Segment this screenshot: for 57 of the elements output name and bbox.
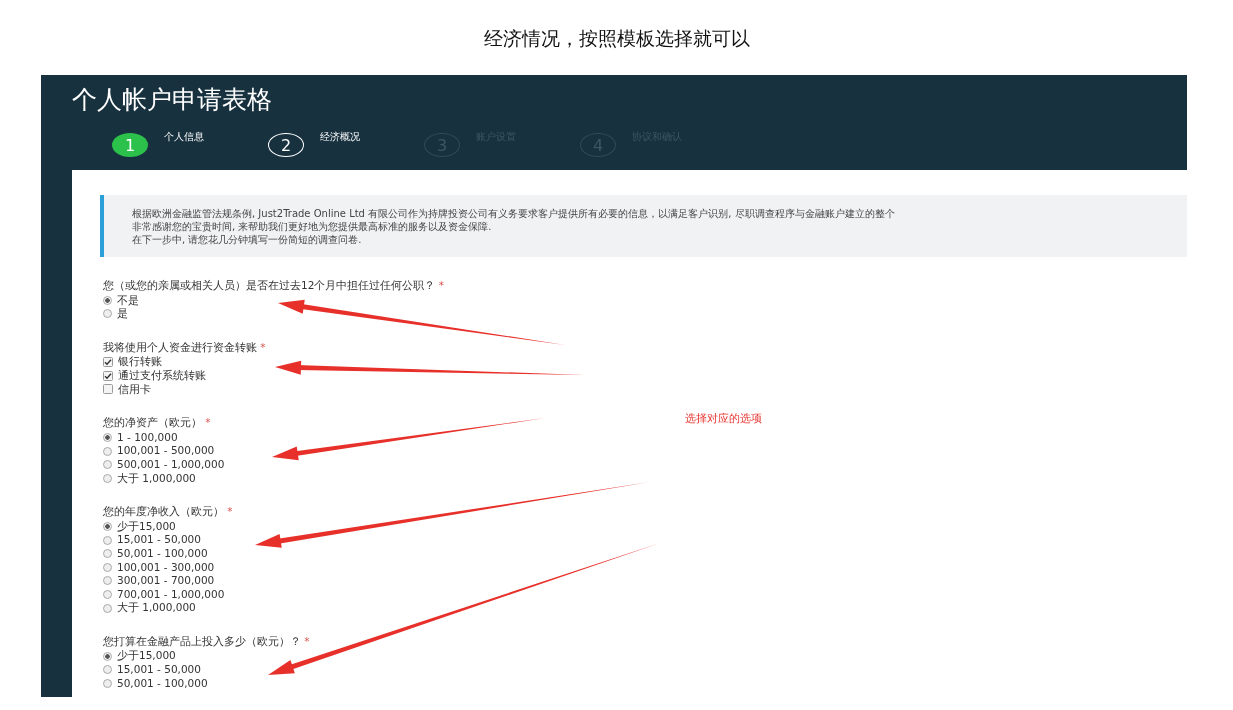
- question-label: 您（或您的亲属或相关人员）是否在过去12个月中担任过任何公职？: [103, 279, 436, 291]
- step-label: 经济概况: [320, 130, 360, 144]
- checkbox[interactable]: [103, 357, 113, 368]
- required-mark: *: [304, 634, 310, 647]
- radio-button[interactable]: [103, 522, 112, 531]
- notice-text: 在下一步中, 请您花几分钟填写一份简短的调查问卷.: [132, 233, 363, 246]
- required-mark: *: [227, 505, 233, 518]
- radio-button[interactable]: [103, 590, 112, 599]
- option-label: 15,001 - 50,000: [117, 663, 201, 677]
- radio-button[interactable]: [103, 460, 112, 470]
- step-label: 个人信息: [164, 130, 204, 144]
- option-label: 50,001 - 100,000: [117, 546, 208, 561]
- required-mark: *: [205, 416, 211, 429]
- notice-text: 根据欧洲金融监管法规条例, Just2Trade Online Ltd 有限公司作为持牌投资公司有义务要求客户提供所有必要的信息，以满足客户识别, 尽职调查程序与金融账户建立的整个: [132, 207, 896, 220]
- option-label: 是: [117, 307, 128, 321]
- radio-button[interactable]: [103, 603, 112, 613]
- checkbox[interactable]: [103, 370, 113, 381]
- question-label: 我将使用个人资金进行资金转账: [103, 340, 257, 353]
- radio-button[interactable]: [103, 678, 112, 688]
- form-title: 个人帐户申请表格: [72, 84, 273, 116]
- option-label: 大于 1,000,000: [117, 601, 196, 615]
- radio-button[interactable]: [103, 651, 112, 661]
- option-label: 700,001 - 1,000,000: [117, 587, 225, 602]
- option-label: 不是: [117, 293, 139, 308]
- required-mark: *: [438, 279, 444, 291]
- option-label: 500,001 - 1,000,000: [117, 457, 225, 472]
- option-label: 300,001 - 700,000: [117, 574, 215, 588]
- radio-button[interactable]: [103, 535, 112, 545]
- option-label: 50,001 - 100,000: [117, 676, 208, 691]
- option-label: 1 - 100,000: [117, 430, 178, 445]
- annotation-text: 选择对应的选项: [685, 411, 762, 426]
- required-mark: *: [260, 340, 266, 353]
- question-label: 您的年度净收入（欧元）: [103, 505, 224, 518]
- checkbox[interactable]: [103, 384, 113, 395]
- radio-button[interactable]: [103, 576, 112, 586]
- radio-button[interactable]: [103, 309, 112, 319]
- option-label: 通过支付系统转账: [118, 368, 206, 383]
- caption: 经济情况，按照模板选择就可以: [482, 26, 751, 51]
- option-label: 银行转账: [118, 355, 162, 369]
- option-label: 15,001 - 50,000: [117, 533, 201, 547]
- radio-button[interactable]: [103, 549, 112, 559]
- radio-button[interactable]: [103, 295, 112, 305]
- option-label: 少于15,000: [117, 649, 176, 664]
- step-number: 1: [112, 133, 148, 157]
- option-label: 信用卡: [118, 382, 151, 397]
- radio-button[interactable]: [103, 473, 112, 483]
- option-label: 少于15,000: [117, 519, 176, 534]
- option-label: 100,001 - 300,000: [117, 560, 215, 575]
- radio-button[interactable]: [103, 446, 112, 456]
- question-label: 您打算在金融产品上投入多少（欧元）？: [103, 634, 301, 647]
- radio-button[interactable]: [103, 665, 112, 675]
- radio-button[interactable]: [103, 433, 112, 443]
- radio-button[interactable]: [103, 562, 112, 572]
- notice-text: 非常感谢您的宝贵时间, 来帮助我们更好地为您提供最高标准的服务以及资金保障.: [132, 220, 493, 233]
- option-label: 100,001 - 500,000: [117, 444, 215, 458]
- option-label: 大于 1,000,000: [117, 471, 196, 486]
- question-label: 您的净资产（欧元）: [103, 416, 202, 429]
